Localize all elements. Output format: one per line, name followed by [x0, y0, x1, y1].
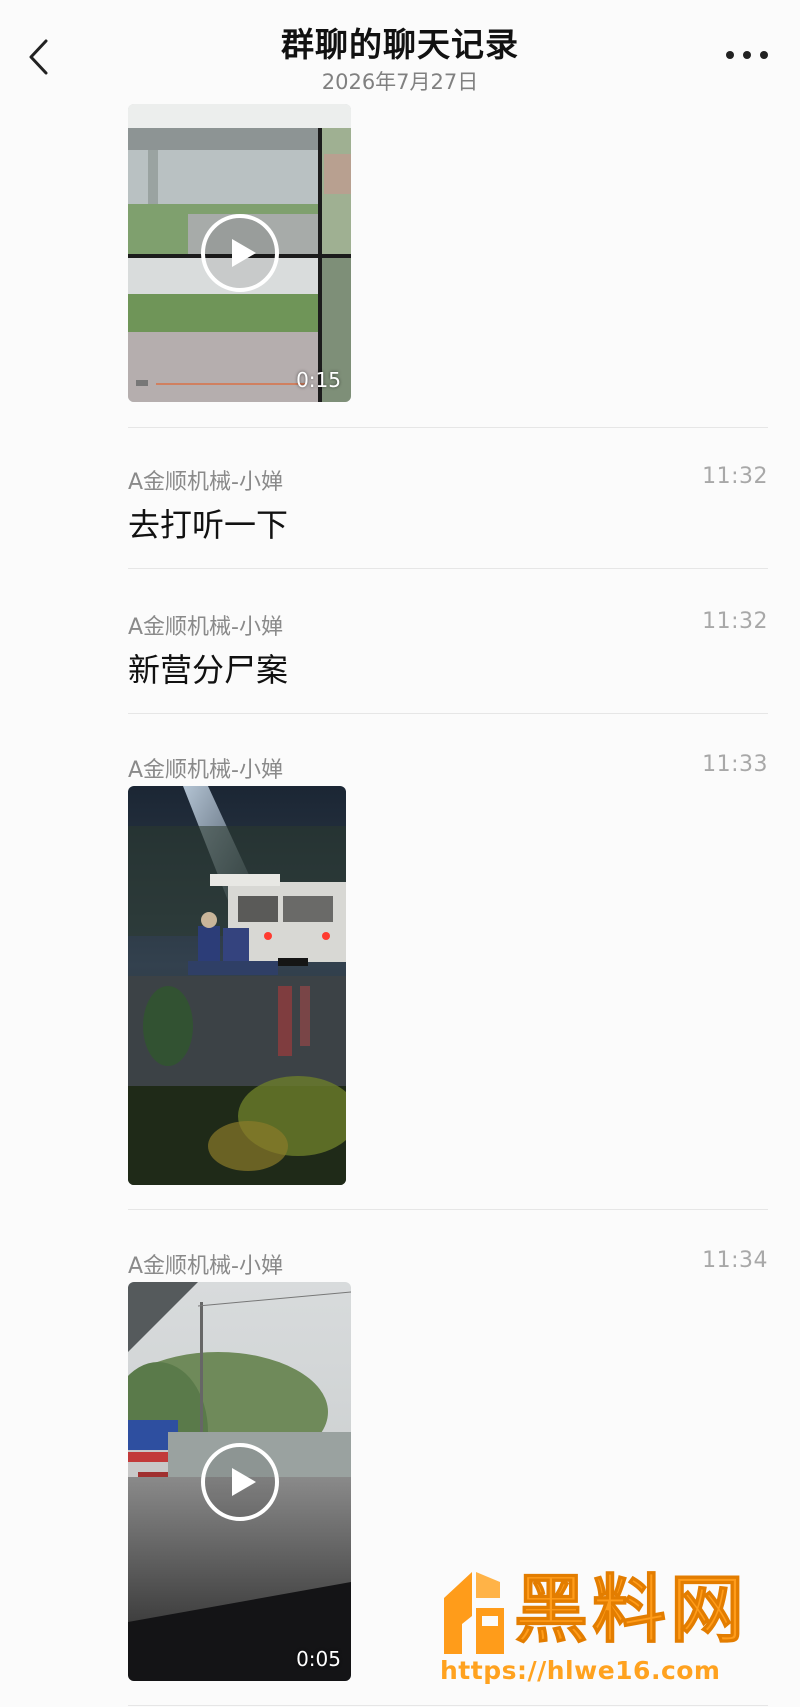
divider [128, 568, 768, 569]
message-text: 去打听一下 [128, 506, 289, 544]
message-text: 新营分尸案 [128, 651, 289, 689]
divider [128, 713, 768, 714]
header-bar: 群聊的聊天记录 2026年7月27日 [0, 0, 800, 104]
page-date: 2026年7月27日 [321, 70, 479, 94]
message-time: 11:32 [702, 464, 768, 489]
video-duration: 0:05 [296, 1647, 341, 1671]
divider [128, 1705, 768, 1706]
divider [128, 427, 768, 428]
play-icon [200, 214, 279, 292]
sender-name: A金顺机械-小婵 [128, 470, 283, 495]
message-time: 11:34 [702, 1248, 768, 1273]
video-message-1[interactable]: 0:15 [128, 104, 351, 402]
video-duration: 0:15 [296, 368, 341, 392]
watermark-logo-icon [436, 1568, 508, 1658]
play-icon [200, 1442, 279, 1521]
message-time: 11:32 [702, 609, 768, 634]
page-title: 群聊的聊天记录 [281, 25, 519, 64]
more-dots-icon [726, 51, 768, 59]
message-time: 11:33 [702, 752, 768, 777]
watermark: 黑料网 https://hlwe16.com [436, 1560, 776, 1690]
play-button[interactable] [200, 1442, 280, 1522]
photo-thumbnail [128, 786, 346, 1185]
sender-name: A金顺机械-小婵 [128, 758, 283, 783]
image-message[interactable] [128, 786, 346, 1185]
video-message-2[interactable]: 0:05 [128, 1282, 351, 1681]
divider [128, 1209, 768, 1210]
more-button[interactable] [722, 40, 772, 70]
play-button[interactable] [200, 213, 280, 293]
sender-name: A金顺机械-小婵 [128, 1254, 283, 1279]
watermark-url: https://hlwe16.com [440, 1656, 721, 1685]
watermark-brand: 黑料网 [514, 1567, 748, 1654]
sender-name: A金顺机械-小婵 [128, 615, 283, 640]
